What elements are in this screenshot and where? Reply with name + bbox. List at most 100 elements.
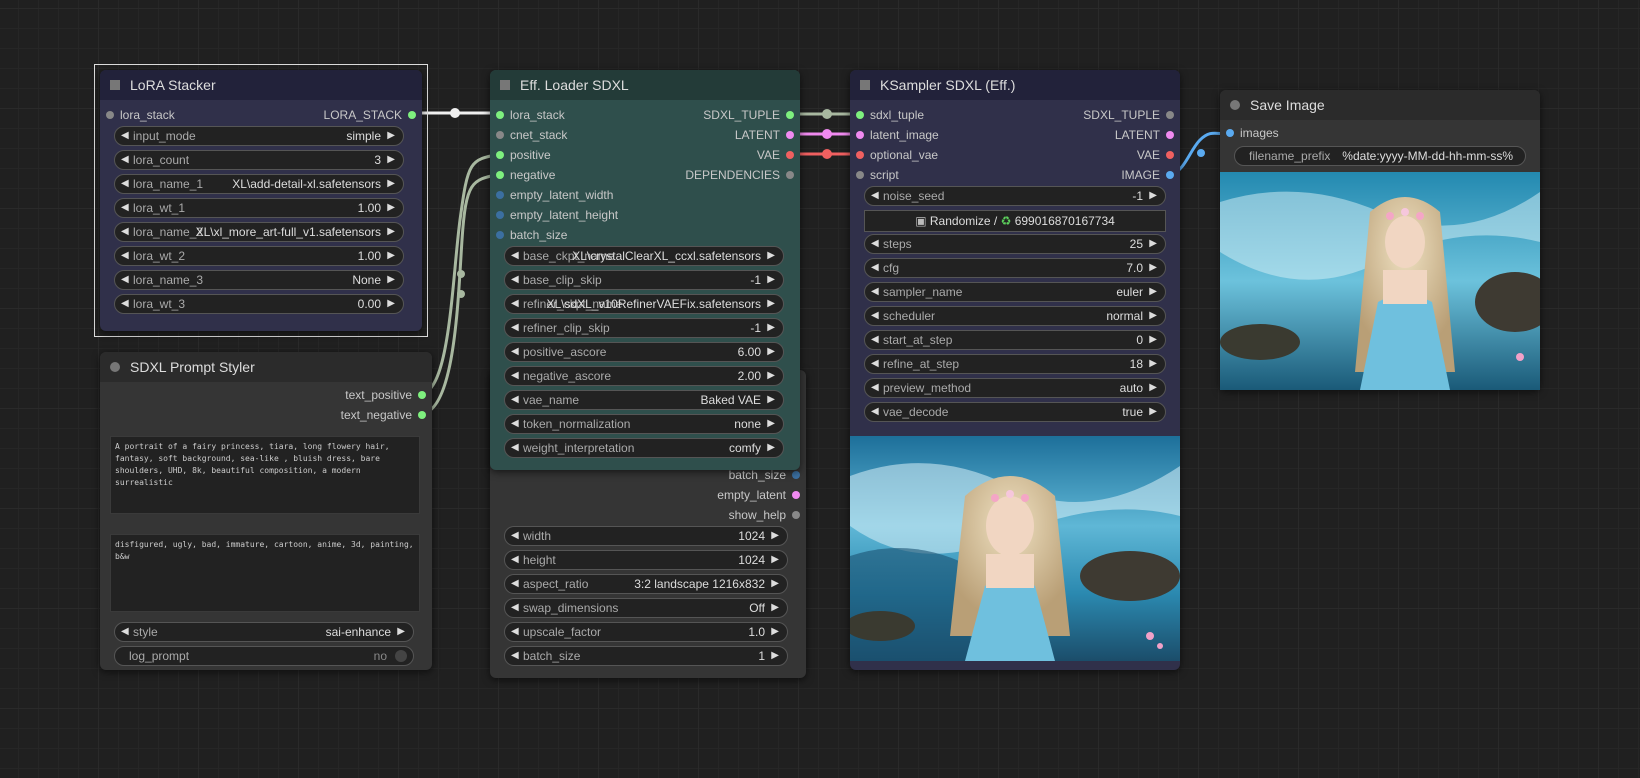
loader-widget-base-clip-skip[interactable]: ◀ base_clip_skip -1 ▶: [504, 270, 784, 290]
lora-widget-lora-wt-3[interactable]: ◀ lora_wt_3 0.00 ▶: [114, 294, 404, 314]
lora-stacker-node[interactable]: LoRA Stacker lora_stack LORA_STACK ◀ inpu…: [100, 70, 422, 331]
noise-seed-widget[interactable]: ◀ noise_seed -1 ▶: [864, 186, 1166, 206]
lora-widget-lora-name-2[interactable]: ◀ lora_name_2 XL\xl_more_art-full_v1.safet…: [114, 222, 404, 242]
ksampler-widget-sampler-name[interactable]: ◀ sampler_name euler ▶: [864, 282, 1166, 302]
loader-input-empty-latent-width-pin[interactable]: [496, 191, 504, 199]
latent-widget-aspect-ratio[interactable]: ◀ aspect_ratio 3:2 landscape 1216x832 ▶: [504, 574, 788, 594]
increment-arrow-icon[interactable]: ▶: [1149, 235, 1157, 253]
increment-arrow-icon[interactable]: ▶: [771, 575, 779, 593]
decrement-arrow-icon[interactable]: ◀: [871, 259, 879, 277]
loader-input-batch-size-pin[interactable]: [496, 231, 504, 239]
decrement-arrow-icon[interactable]: ◀: [511, 415, 519, 433]
decrement-arrow-icon[interactable]: ◀: [121, 247, 129, 265]
loader-input-cnet-stack-pin[interactable]: [496, 131, 504, 139]
decrement-arrow-icon[interactable]: ◀: [871, 283, 879, 301]
eff-loader-title-bar[interactable]: Eff. Loader SDXL: [490, 70, 800, 100]
lora-widget-lora-count[interactable]: ◀ lora_count 3 ▶: [114, 150, 404, 170]
show-help-output-pin[interactable]: [792, 511, 800, 519]
decrement-arrow-icon[interactable]: ◀: [511, 343, 519, 361]
increment-arrow-icon[interactable]: ▶: [1149, 403, 1157, 421]
decrement-arrow-icon[interactable]: ◀: [871, 355, 879, 373]
loader-output-vae-pin[interactable]: [786, 151, 794, 159]
increment-arrow-icon[interactable]: ▶: [771, 599, 779, 617]
ksampler-output-sdxl-tuple[interactable]: SDXL_TUPLE: [1083, 106, 1180, 124]
increment-arrow-icon[interactable]: ▶: [767, 247, 775, 265]
loader-input-batch-size[interactable]: batch_size: [490, 226, 567, 244]
increment-arrow-icon[interactable]: ▶: [771, 647, 779, 665]
lora-widget-lora-name-1[interactable]: ◀ lora_name_1 XL\add-detail-xl.safetensors…: [114, 174, 404, 194]
ksampler-node[interactable]: KSampler SDXL (Eff.) sdxl_tuple latent_im…: [850, 70, 1180, 670]
ksampler-output-image-pin[interactable]: [1166, 171, 1174, 179]
increment-arrow-icon[interactable]: ▶: [1149, 379, 1157, 397]
batch-size-output-pin[interactable]: [792, 471, 800, 479]
increment-arrow-icon[interactable]: ▶: [767, 439, 775, 457]
increment-arrow-icon[interactable]: ▶: [387, 127, 395, 145]
increment-arrow-icon[interactable]: ▶: [1149, 187, 1157, 205]
ksampler-output-latent-pin[interactable]: [1166, 131, 1174, 139]
loader-widget-token-normalization[interactable]: ◀ token_normalization none ▶: [504, 414, 784, 434]
lora-widget-lora-wt-2[interactable]: ◀ lora_wt_2 1.00 ▶: [114, 246, 404, 266]
images-input[interactable]: images: [1220, 124, 1279, 142]
text-positive-output-pin[interactable]: [418, 391, 426, 399]
text-negative-output[interactable]: text_negative: [341, 406, 432, 424]
lora-widget-input-mode[interactable]: ◀ input_mode simple ▶: [114, 126, 404, 146]
eff-loader-node[interactable]: Eff. Loader SDXL lora_stack cnet_stackpos…: [490, 70, 800, 470]
toggle-knob-icon[interactable]: [395, 650, 407, 662]
loader-output-latent[interactable]: LATENT: [735, 126, 800, 144]
loader-output-dependencies-pin[interactable]: [786, 171, 794, 179]
ksampler-input-latent-image-pin[interactable]: [856, 131, 864, 139]
decrement-arrow-icon[interactable]: ◀: [511, 247, 519, 265]
decrement-arrow-icon[interactable]: ◀: [121, 127, 129, 145]
increment-arrow-icon[interactable]: ▶: [771, 551, 779, 569]
loader-output-sdxl-tuple-pin[interactable]: [786, 111, 794, 119]
loader-input-lora-stack-pin[interactable]: [496, 111, 504, 119]
increment-arrow-icon[interactable]: ▶: [767, 343, 775, 361]
lora-stack-output[interactable]: LORA_STACK: [324, 106, 422, 124]
increment-arrow-icon[interactable]: ▶: [767, 295, 775, 313]
decrement-arrow-icon[interactable]: ◀: [511, 367, 519, 385]
decrement-arrow-icon[interactable]: ◀: [511, 391, 519, 409]
loader-widget-base-ckpt-name[interactable]: ◀ base_ckpt_name XL\crystalClearXL_ccxl.sa…: [504, 246, 784, 266]
loader-input-cnet-stack[interactable]: cnet_stack: [490, 126, 567, 144]
latent-widget-swap-dimensions[interactable]: ◀ swap_dimensions Off ▶: [504, 598, 788, 618]
increment-arrow-icon[interactable]: ▶: [767, 415, 775, 433]
decrement-arrow-icon[interactable]: ◀: [121, 199, 129, 217]
loader-widget-refiner-clip-skip[interactable]: ◀ refiner_clip_skip -1 ▶: [504, 318, 784, 338]
text-positive-output[interactable]: text_positive: [345, 386, 432, 404]
increment-arrow-icon[interactable]: ▶: [387, 175, 395, 193]
decrement-arrow-icon[interactable]: ◀: [871, 331, 879, 349]
ksampler-input-script[interactable]: script: [850, 166, 899, 184]
lora-stack-input-pin[interactable]: [106, 111, 114, 119]
decrement-arrow-icon[interactable]: ◀: [121, 223, 129, 241]
decrement-arrow-icon[interactable]: ◀: [871, 307, 879, 325]
ksampler-widget-refine-at-step[interactable]: ◀ refine_at_step 18 ▶: [864, 354, 1166, 374]
lora-stack-output-pin[interactable]: [408, 111, 416, 119]
lora-widget-lora-wt-1[interactable]: ◀ lora_wt_1 1.00 ▶: [114, 198, 404, 218]
collapse-icon[interactable]: [500, 80, 510, 90]
ksampler-input-optional-vae-pin[interactable]: [856, 151, 864, 159]
increment-arrow-icon[interactable]: ▶: [767, 367, 775, 385]
loader-input-negative-pin[interactable]: [496, 171, 504, 179]
loader-input-lora-stack[interactable]: lora_stack: [490, 106, 565, 124]
latent-widget-height[interactable]: ◀ height 1024 ▶: [504, 550, 788, 570]
decrement-arrow-icon[interactable]: ◀: [871, 403, 879, 421]
loader-input-empty-latent-width[interactable]: empty_latent_width: [490, 186, 613, 204]
loader-input-positive[interactable]: positive: [490, 146, 551, 164]
latent-widget-upscale-factor[interactable]: ◀ upscale_factor 1.0 ▶: [504, 622, 788, 642]
collapse-icon[interactable]: [110, 362, 120, 372]
empty-latent-output[interactable]: empty_latent: [717, 486, 806, 504]
save-image-node[interactable]: Save Image images filename_prefix %date:…: [1220, 90, 1540, 390]
loader-widget-refiner-ckpt-name[interactable]: ◀ refiner_ckpt_name XL\sdXL_v10RefinerVAEF…: [504, 294, 784, 314]
loader-input-empty-latent-height[interactable]: empty_latent_height: [490, 206, 618, 224]
text-negative-output-pin[interactable]: [418, 411, 426, 419]
save-image-title-bar[interactable]: Save Image: [1220, 90, 1540, 120]
log-prompt-toggle[interactable]: log_prompt no: [114, 646, 414, 666]
decrement-arrow-icon[interactable]: ◀: [121, 151, 129, 169]
loader-input-positive-pin[interactable]: [496, 151, 504, 159]
decrement-arrow-icon[interactable]: ◀: [121, 175, 129, 193]
ksampler-output-vae-pin[interactable]: [1166, 151, 1174, 159]
loader-input-negative[interactable]: negative: [490, 166, 555, 184]
lora-widget-lora-name-3[interactable]: ◀ lora_name_3 None ▶: [114, 270, 404, 290]
loader-widget-vae-name[interactable]: ◀ vae_name Baked VAE ▶: [504, 390, 784, 410]
decrement-arrow-icon[interactable]: ◀: [511, 295, 519, 313]
